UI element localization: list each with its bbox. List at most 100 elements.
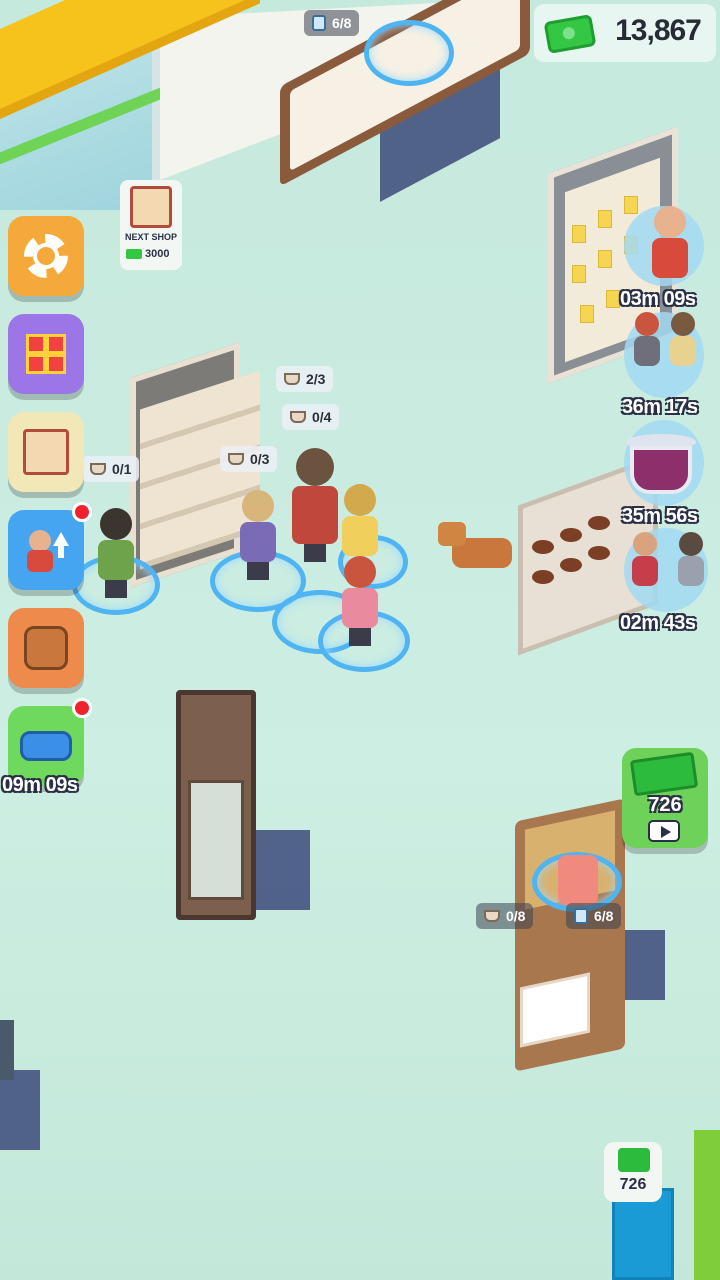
customer[interactable] — [340, 556, 380, 646]
milk-icon — [574, 908, 588, 924]
customer-head — [344, 556, 376, 588]
cash-pickup-button[interactable]: 726 — [604, 1142, 662, 1202]
settings-button[interactable] — [8, 216, 84, 296]
checkout-capacity-badge: 6/8 — [566, 903, 622, 929]
pot-body — [630, 446, 692, 494]
car-icon — [20, 731, 72, 761]
grass-edge — [694, 1130, 720, 1280]
notification-badge — [72, 502, 92, 522]
gear-icon — [24, 234, 68, 278]
customer-timer: 02m 43s — [620, 612, 696, 634]
customer-body — [634, 336, 660, 366]
customer-head — [100, 508, 132, 540]
product-tag — [598, 250, 612, 268]
capacity-count: 0/8 — [506, 908, 526, 924]
shelf-capacity-badge: 0/1 — [82, 456, 140, 482]
video-icon — [648, 820, 680, 842]
cash-pickup-amount: 726 — [619, 1176, 647, 1193]
cooking-pot-icon — [626, 430, 696, 496]
dog-head — [438, 522, 466, 546]
counter-capacity-badge: 6/8 — [304, 10, 360, 36]
shop-icon — [23, 429, 69, 475]
cash-stack-icon — [629, 751, 699, 797]
shelf-capacity-badge: 2/3 — [276, 366, 334, 392]
customer-legs — [349, 628, 371, 646]
car-timer: 09m 09s — [2, 774, 78, 796]
customer-head — [679, 532, 703, 556]
shelf-capacity-badge: 0/3 — [220, 446, 278, 472]
queue-customer[interactable] — [668, 312, 698, 366]
customer-body — [632, 556, 658, 586]
next-shop-price: 3000 — [126, 248, 182, 260]
work-zone-ring[interactable] — [364, 20, 454, 86]
customer-head — [654, 206, 686, 238]
customer-body — [342, 516, 378, 556]
reward-amount: 726 — [648, 794, 682, 816]
bowl-icon — [290, 411, 306, 423]
customer-body — [670, 336, 696, 366]
customer[interactable] — [96, 508, 136, 598]
checkout-capacity-badge: 0/8 — [476, 903, 534, 929]
customer-head — [344, 484, 376, 516]
customer-head — [242, 490, 274, 522]
player-legs — [304, 544, 326, 562]
pet-button[interactable] — [8, 608, 84, 688]
player-worker[interactable] — [290, 448, 340, 562]
queue-customer[interactable] — [676, 532, 706, 586]
cashier — [558, 855, 598, 905]
video-reward-button[interactable]: 726 — [622, 748, 708, 848]
shop-icon — [130, 186, 172, 228]
fridge-glass — [188, 780, 244, 900]
next-shop-price-value: 3000 — [145, 248, 170, 260]
customer-body — [240, 522, 276, 562]
staff-upgrade-icon — [25, 526, 69, 574]
gift-icon — [26, 334, 66, 374]
product-tag — [572, 225, 586, 243]
customer[interactable] — [238, 490, 278, 580]
capacity-count: 0/4 — [312, 409, 332, 425]
customer-timer: 36m 17s — [622, 396, 698, 418]
next-shop-button[interactable]: NEXT SHOP 3000 — [120, 180, 182, 270]
capacity-count: 0/3 — [250, 451, 270, 467]
notification-badge — [72, 698, 92, 718]
pet-dog[interactable] — [438, 516, 518, 576]
bread-loaf — [560, 558, 582, 572]
customer-body — [342, 588, 378, 628]
customer[interactable] — [340, 484, 380, 556]
bowl-icon — [284, 373, 300, 385]
shop-button[interactable] — [8, 412, 84, 492]
queue-customer[interactable] — [650, 206, 690, 278]
gift-button[interactable] — [8, 314, 84, 394]
bread-loaf — [532, 570, 554, 584]
bowl-icon — [228, 453, 244, 465]
customer-body — [98, 540, 134, 580]
next-shop-label: NEXT SHOP — [124, 232, 177, 242]
staff-upgrade-button[interactable] — [8, 510, 84, 590]
player-body — [292, 486, 338, 544]
customer-head — [671, 312, 695, 336]
customer-head — [633, 532, 657, 556]
capacity-count: 2/3 — [306, 371, 326, 387]
capacity-count: 0/1 — [112, 461, 132, 477]
money-amount: 13,867 — [615, 14, 702, 47]
customer-timer: 03m 09s — [620, 288, 696, 310]
dog-icon — [24, 626, 68, 670]
player-head — [296, 448, 334, 486]
queue-customer[interactable] — [632, 312, 662, 366]
bowl-icon — [484, 910, 500, 922]
left-block-shadow — [0, 1070, 40, 1150]
product-tag — [598, 210, 612, 228]
queue-customer[interactable] — [630, 532, 660, 586]
shelf-capacity-badge: 0/4 — [282, 404, 340, 430]
capacity-count: 6/8 — [594, 908, 614, 924]
bread-loaf — [560, 528, 582, 542]
customer-legs — [247, 562, 269, 580]
customer-head — [635, 312, 659, 336]
product-tag — [572, 265, 586, 283]
product-tag — [624, 196, 638, 214]
bread-loaf — [588, 516, 610, 530]
product-tag — [606, 290, 620, 308]
bread-loaf — [588, 546, 610, 560]
customer-body — [678, 556, 704, 586]
customer-timer: 35m 56s — [622, 505, 698, 527]
